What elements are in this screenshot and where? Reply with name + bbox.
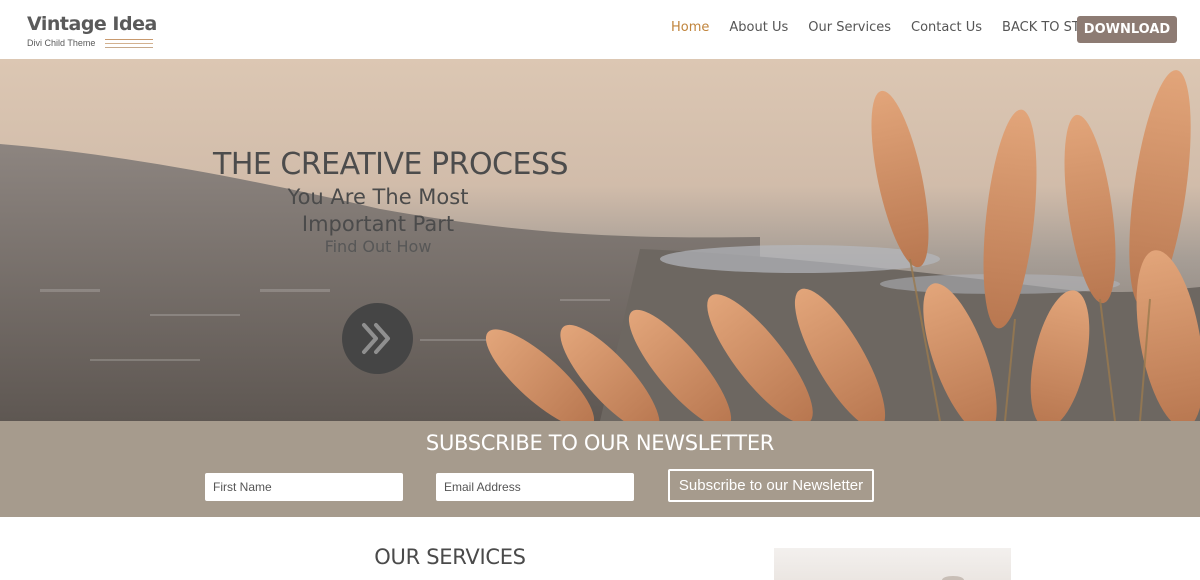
newsletter-title: SUBSCRIBE TO OUR NEWSLETTER (425, 431, 775, 455)
main-nav: Home About Us Our Services Contact Us BA… (671, 20, 1107, 35)
nav-item-contact-us[interactable]: Contact Us (911, 20, 982, 35)
newsletter-section: SUBSCRIBE TO OUR NEWSLETTER Subscribe to… (0, 421, 1200, 517)
hero-next-button[interactable] (342, 303, 413, 374)
hero-background-image (0, 59, 1200, 421)
logo-title: Vintage Idea (27, 13, 157, 35)
site-logo[interactable]: Vintage Idea Divi Child Theme (27, 13, 157, 53)
hero-title: THE CREATIVE PROCESS (213, 147, 569, 182)
subscribe-button[interactable]: Subscribe to our Newsletter (668, 469, 874, 502)
email-address-input[interactable] (436, 473, 634, 501)
logo-decoration-lines (105, 39, 153, 51)
logo-subtitle: Divi Child Theme (27, 38, 96, 48)
hero-find-out-link[interactable]: Find Out How (213, 237, 543, 256)
double-chevron-right-icon (362, 323, 390, 354)
download-button[interactable]: DOWNLOAD (1077, 16, 1177, 43)
nav-item-home[interactable]: Home (671, 20, 709, 35)
nav-item-about-us[interactable]: About Us (729, 20, 788, 35)
site-header: Vintage Idea Divi Child Theme Home About… (0, 0, 1200, 59)
hero-text-block: THE CREATIVE PROCESS You Are The Most Im… (213, 147, 569, 256)
first-name-input[interactable] (205, 473, 403, 501)
services-title: OUR SERVICES (374, 545, 526, 569)
nav-item-our-services[interactable]: Our Services (808, 20, 891, 35)
hero-section: THE CREATIVE PROCESS You Are The Most Im… (0, 59, 1200, 421)
hero-subtitle-line2: Important Part (301, 212, 455, 236)
services-image (774, 548, 1011, 580)
hero-subtitle-line1: You Are The Most (287, 185, 469, 209)
